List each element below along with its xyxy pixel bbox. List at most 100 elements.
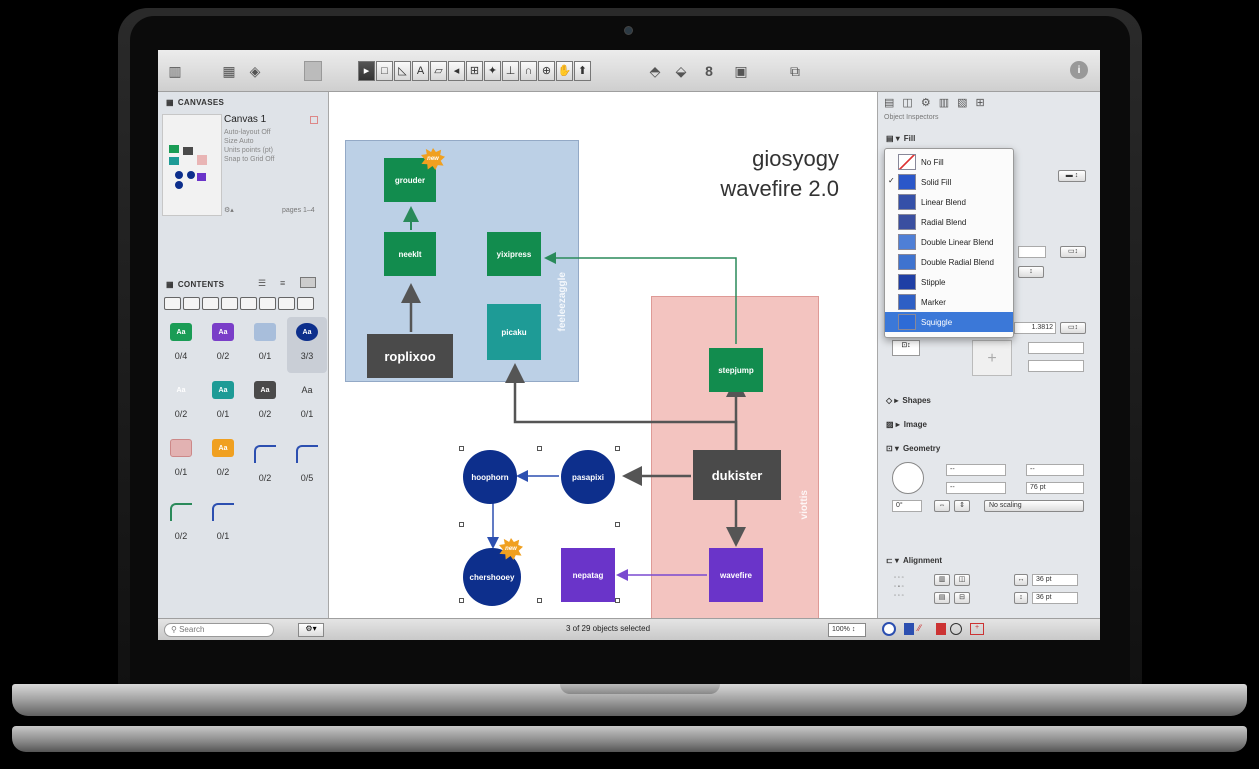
tool-button[interactable]: A (412, 61, 429, 81)
flip-horizontal-icon[interactable]: ⇔ (934, 500, 950, 512)
geometry-section-header[interactable]: ⊡ ▾ Geometry (886, 444, 940, 453)
stroke-style-button[interactable]: ▭↕ (1060, 322, 1086, 334)
shared-style-item[interactable]: Aa 0/2 (203, 317, 243, 373)
tab-object-icon[interactable]: ▤ (884, 96, 894, 109)
canvas-name[interactable]: Canvas 1 (224, 114, 266, 125)
distribute-h-icon[interactable]: ▥ (934, 574, 950, 586)
rotation-dial[interactable] (892, 462, 924, 494)
drawing-canvas[interactable]: feeleezaggle viottis giosyogy wavefire 2… (329, 92, 877, 618)
alignment-section-header[interactable]: ⊏ ▾ Alignment (886, 556, 942, 565)
selection-handle[interactable] (459, 598, 464, 603)
node-hoophorn[interactable]: hoophorn (463, 450, 517, 504)
sidebar-toggle-icon[interactable]: ▥ (166, 61, 184, 81)
search-input[interactable]: ⚲ Search (164, 623, 274, 637)
fill-color-well[interactable]: ▬ ↕ (1058, 170, 1086, 182)
fill-stepper[interactable]: ↕ (1018, 266, 1044, 278)
fill-field[interactable] (1018, 246, 1046, 258)
node-picaku[interactable]: picaku (487, 304, 541, 360)
shared-style-item[interactable]: Aa 0/2 (161, 375, 201, 431)
filter-icon[interactable] (202, 297, 219, 310)
tool-button[interactable]: ⊕ (538, 61, 555, 81)
fill-option[interactable]: Stipple (885, 272, 1013, 292)
shared-style-item[interactable]: 0/2 (161, 491, 201, 547)
filter-icon[interactable] (240, 297, 257, 310)
selection-handle[interactable] (537, 598, 542, 603)
fill-style-button[interactable]: ▭↕ (1060, 246, 1086, 258)
canvas-icon[interactable]: ▦ (220, 61, 238, 81)
tab-canvas-icon[interactable]: ▥ (939, 96, 949, 109)
node-wavefire[interactable]: wavefire (709, 548, 763, 602)
tab-document-icon[interactable]: ▧ (957, 96, 967, 109)
layers-icon[interactable]: ◈ (246, 61, 264, 81)
node-yixipress[interactable]: yixipress (487, 232, 541, 276)
shared-style-item[interactable]: Aa 0/1 (287, 375, 327, 431)
lock-icon[interactable]: 8 (702, 61, 716, 81)
fill-option[interactable]: Marker (885, 292, 1013, 312)
selection-handle[interactable] (615, 598, 620, 603)
filter-icon[interactable] (297, 297, 314, 310)
align-middle-icon[interactable]: ⊟ (954, 592, 970, 604)
filter-icon[interactable] (278, 297, 295, 310)
tool-button[interactable]: ✋ (556, 61, 573, 81)
style-well-icon[interactable] (304, 61, 322, 81)
tool-button[interactable]: ⬆ (574, 61, 591, 81)
tool-button[interactable]: ▱ (430, 61, 447, 81)
tab-settings-icon[interactable]: ⚙ (921, 96, 931, 109)
outline-view-icon[interactable]: ≡ (280, 278, 285, 288)
selection-handle[interactable] (537, 446, 542, 451)
shadow-well[interactable]: ⊡↕ (892, 340, 920, 356)
tool-button[interactable]: ⊞ (466, 61, 483, 81)
distribute-v-icon[interactable]: ▤ (934, 592, 950, 604)
fill-option[interactable]: Radial Blend (885, 212, 1013, 232)
node-roplixoo[interactable]: roplixoo (367, 334, 453, 378)
alignment-grid[interactable]: ▫ ▫ ▫ ▫ ▪ ▫ ▫ ▫ ▫ (894, 574, 904, 601)
shared-style-item[interactable]: Aa 0/1 (203, 375, 243, 431)
width-field[interactable]: -- (946, 464, 1006, 476)
arrange-back-icon[interactable]: ⬙ (672, 61, 690, 81)
scaling-select[interactable]: No scaling (984, 500, 1084, 512)
tool-button[interactable]: ◂ (448, 61, 465, 81)
node-nepatag[interactable]: nepatag (561, 548, 615, 602)
fill-option[interactable]: Squiggle (885, 312, 1013, 332)
filter-icon[interactable] (164, 297, 181, 310)
fill-option[interactable]: No Fill (885, 152, 1013, 172)
filter-icon[interactable] (183, 297, 200, 310)
fill-option[interactable]: Double Radial Blend (885, 252, 1013, 272)
crosshair-icon[interactable]: + (972, 340, 1012, 376)
shapes-section-header[interactable]: ◇ ▸ Shapes (886, 396, 931, 405)
shared-style-item[interactable]: Aa 0/4 (161, 317, 201, 373)
selection-handle[interactable] (615, 522, 620, 527)
fill-section-header[interactable]: ▤ ▾ Fill (886, 134, 915, 143)
line-quick-icon[interactable]: + (970, 623, 984, 635)
selection-handle[interactable] (615, 446, 620, 451)
tool-button[interactable]: ◺ (394, 61, 411, 81)
stroke-quick-icon[interactable]: ⁄⁄ (918, 623, 921, 633)
canvas-color-icon[interactable] (310, 116, 318, 124)
align-center-icon[interactable]: ◫ (954, 574, 970, 586)
color-picker-icon[interactable] (882, 622, 896, 636)
tool-button[interactable]: ▸ (358, 61, 375, 81)
fill-option[interactable]: ✓ Solid Fill (885, 172, 1013, 192)
tool-button[interactable]: ⊥ (502, 61, 519, 81)
tool-button[interactable]: □ (376, 61, 393, 81)
zoom-select[interactable]: 100% ↕ (828, 623, 866, 637)
v-spacing-field[interactable]: 36 pt (1032, 592, 1078, 604)
shared-style-item[interactable]: 0/1 (245, 317, 285, 373)
tool-button[interactable]: ∩ (520, 61, 537, 81)
tab-properties-icon[interactable]: ◫ (902, 96, 912, 109)
info-icon[interactable]: i (1070, 61, 1088, 79)
tab-grid-icon[interactable]: ⊞ (976, 96, 985, 109)
filter-icon[interactable] (259, 297, 276, 310)
shadow-y-field[interactable] (1028, 360, 1084, 372)
filter-icon[interactable] (221, 297, 238, 310)
diagram-title[interactable]: giosyogy wavefire 2.0 (639, 144, 839, 204)
y-field[interactable]: 76 pt (1026, 482, 1084, 494)
stencils-icon[interactable]: ⧉ (786, 61, 804, 81)
tool-button[interactable]: ✦ (484, 61, 501, 81)
list-view-icon[interactable]: ☰ (258, 278, 266, 289)
arrange-front-icon[interactable]: ⬘ (646, 61, 664, 81)
fill-quick-icon[interactable] (904, 623, 914, 635)
action-gear-icon[interactable]: ⚙▾ (298, 623, 324, 637)
selection-handle[interactable] (459, 446, 464, 451)
node-pasapixi[interactable]: pasapixi (561, 450, 615, 504)
